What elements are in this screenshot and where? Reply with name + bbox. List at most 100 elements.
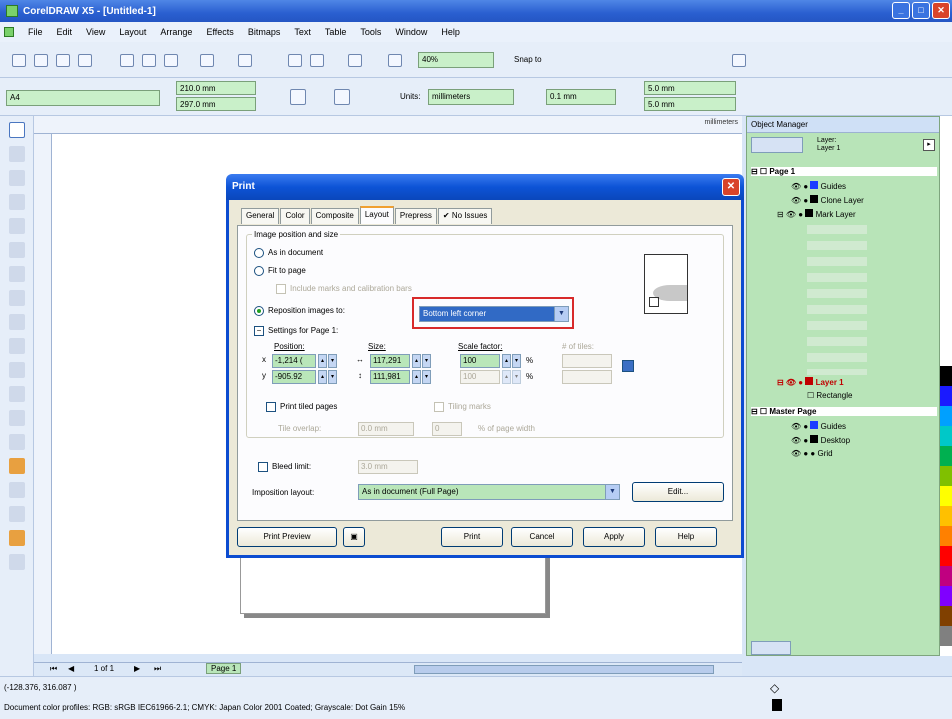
size-height-spin-down[interactable]: ▾ xyxy=(422,370,431,384)
table-tool-icon[interactable] xyxy=(9,386,25,402)
tree-desktop[interactable]: 👁 ● Desktop xyxy=(791,435,850,445)
scale-y-spin-down[interactable]: ▾ xyxy=(512,370,521,384)
doc-icon[interactable] xyxy=(4,27,14,37)
menu-edit[interactable]: Edit xyxy=(57,27,73,37)
prev-page-button[interactable]: ◀ xyxy=(68,664,74,673)
menu-file[interactable]: File xyxy=(28,27,43,37)
snap-to-button[interactable]: Snap to xyxy=(514,55,542,64)
include-marks-checkbox[interactable] xyxy=(276,284,286,294)
smart-fill-tool-icon[interactable] xyxy=(9,242,25,258)
blend-tool-icon[interactable] xyxy=(9,458,25,474)
menu-effects[interactable]: Effects xyxy=(206,27,233,37)
tree-layer1[interactable]: ⊟ 👁 ● Layer 1 xyxy=(777,377,844,387)
outline-indicator-icon[interactable] xyxy=(772,699,782,711)
import-icon[interactable] xyxy=(288,54,302,67)
zoom-level-combo[interactable]: 40% xyxy=(418,52,494,68)
palette-swatch[interactable] xyxy=(940,586,952,606)
first-page-button[interactable]: ⏮ xyxy=(50,664,57,674)
menu-layout[interactable]: Layout xyxy=(119,27,146,37)
imposition-combo[interactable]: As in document (Full Page) ▼ xyxy=(358,484,620,500)
cancel-button[interactable]: Cancel xyxy=(511,527,573,547)
palette-swatch[interactable] xyxy=(940,486,952,506)
palette-swatch[interactable] xyxy=(940,566,952,586)
tab-general[interactable]: General xyxy=(241,208,280,224)
palette-swatch[interactable] xyxy=(940,546,952,566)
shape-tool-icon[interactable] xyxy=(9,146,25,162)
close-window-button[interactable]: ✕ xyxy=(932,2,950,19)
menu-tools[interactable]: Tools xyxy=(360,27,381,37)
freehand-tool-icon[interactable] xyxy=(9,218,25,234)
page-tab[interactable]: Page 1 xyxy=(206,663,242,674)
fill-tool-icon[interactable] xyxy=(9,530,25,546)
tab-no-issues[interactable]: ✔ No Issues xyxy=(437,208,493,224)
dimension-tool-icon[interactable] xyxy=(9,410,25,426)
docker-menu-arrow-icon[interactable]: ▸ xyxy=(923,139,935,151)
ellipse-tool-icon[interactable] xyxy=(9,290,25,306)
size-height-spin[interactable]: ▴ xyxy=(412,370,421,384)
position-x-spin[interactable]: ▴ xyxy=(318,354,327,368)
next-page-button[interactable]: ▶ xyxy=(134,664,140,673)
tree-page1[interactable]: ⊟ ☐ Page 1 xyxy=(751,167,937,176)
docker-toolbar[interactable] xyxy=(751,137,803,153)
options-icon[interactable] xyxy=(732,54,746,67)
tree-master-page[interactable]: ⊟ ☐ Master Page xyxy=(751,407,937,416)
palette-swatch[interactable] xyxy=(940,366,952,386)
color-palette[interactable] xyxy=(940,116,952,656)
maximize-button[interactable]: □ xyxy=(912,2,930,19)
palette-swatch[interactable] xyxy=(940,346,952,366)
basic-shapes-tool-icon[interactable] xyxy=(9,338,25,354)
tab-color[interactable]: Color xyxy=(280,208,310,224)
app-launcher-icon[interactable] xyxy=(348,54,362,67)
redo-icon[interactable] xyxy=(238,54,252,67)
tiling-marks-checkbox[interactable] xyxy=(434,402,444,412)
fit-to-page-radio[interactable] xyxy=(254,266,264,276)
open-icon[interactable] xyxy=(34,54,48,67)
paper-type-combo[interactable]: A4 xyxy=(6,90,160,106)
print-icon[interactable] xyxy=(78,54,92,67)
menu-help[interactable]: Help xyxy=(441,27,460,37)
portrait-icon[interactable] xyxy=(290,89,306,105)
connector-tool-icon[interactable] xyxy=(9,434,25,450)
bleed-limit-checkbox[interactable] xyxy=(258,462,268,472)
position-y-field[interactable]: -905.92 xyxy=(272,370,316,384)
menu-view[interactable]: View xyxy=(86,27,105,37)
reposition-combo[interactable]: Bottom left corner ▼ xyxy=(419,306,569,322)
settings-collapse-toggle[interactable]: − xyxy=(254,326,264,336)
tab-prepress[interactable]: Prepress xyxy=(394,208,437,224)
menu-window[interactable]: Window xyxy=(395,27,427,37)
tree-rectangle[interactable]: ☐ Rectangle xyxy=(807,391,852,400)
size-height-field[interactable]: 111,981 xyxy=(370,370,410,384)
fill-indicator-icon[interactable]: ◇ xyxy=(770,681,779,695)
undo-icon[interactable] xyxy=(200,54,214,67)
tree-guides[interactable]: 👁 ● Guides xyxy=(791,181,846,191)
palette-swatch[interactable] xyxy=(940,526,952,546)
preview-toggle-button[interactable]: ▣ xyxy=(343,527,365,547)
print-button[interactable]: Print xyxy=(441,527,503,547)
new-icon[interactable] xyxy=(12,54,26,67)
paper-height-field[interactable]: 297.0 mm xyxy=(176,97,256,111)
palette-swatch[interactable] xyxy=(940,386,952,406)
imposition-edit-button[interactable]: Edit... xyxy=(632,482,724,502)
palette-swatch[interactable] xyxy=(940,626,952,646)
scale-y-spin[interactable]: ▴ xyxy=(502,370,511,384)
scale-x-field[interactable]: 100 xyxy=(460,354,500,368)
position-y-spin[interactable]: ▴ xyxy=(318,370,327,384)
tile-overlap-field[interactable]: 0.0 mm xyxy=(358,422,414,436)
save-icon[interactable] xyxy=(56,54,70,67)
last-page-button[interactable]: ⏭ xyxy=(154,664,161,674)
palette-swatch[interactable] xyxy=(940,426,952,446)
palette-swatch[interactable] xyxy=(940,406,952,426)
position-x-spin-down[interactable]: ▾ xyxy=(328,354,337,368)
horizontal-scrollbar[interactable] xyxy=(414,665,714,674)
outline-tool-icon[interactable] xyxy=(9,506,25,522)
tree-grid[interactable]: 👁 ● ● Grid xyxy=(791,449,833,458)
print-preview-button[interactable]: Print Preview xyxy=(237,527,337,547)
print-tiled-checkbox[interactable] xyxy=(266,402,276,412)
tree-master-guides[interactable]: 👁 ● Guides xyxy=(791,421,846,431)
size-width-spin[interactable]: ▴ xyxy=(412,354,421,368)
zoom-tool-icon[interactable] xyxy=(9,194,25,210)
menu-bitmaps[interactable]: Bitmaps xyxy=(248,27,281,37)
palette-swatch[interactable] xyxy=(940,506,952,526)
size-width-field[interactable]: 117,291 xyxy=(370,354,410,368)
interactive-fill-tool-icon[interactable] xyxy=(9,554,25,570)
